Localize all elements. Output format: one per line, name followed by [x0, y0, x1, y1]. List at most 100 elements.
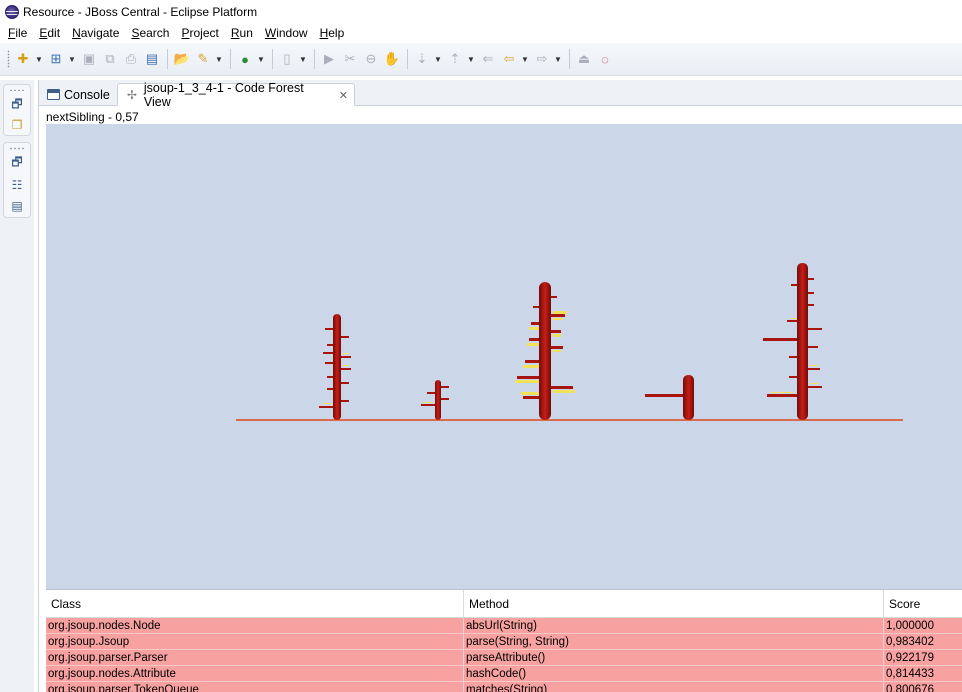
tree[interactable] [645, 375, 694, 420]
back-icon[interactable]: ⇦ [499, 49, 519, 69]
branch [327, 388, 333, 390]
new-icon[interactable]: ✚ [13, 49, 33, 69]
restore-icon[interactable]: 🗗 [7, 95, 27, 115]
table-row[interactable]: org.jsoup.nodes.Attribute hashCode() 0,8… [46, 666, 962, 682]
menu-project[interactable]: Project [175, 26, 224, 40]
cell-method: parse(String, String) [464, 634, 884, 650]
menu-navigate[interactable]: Navigate [66, 26, 125, 40]
stack-grip[interactable] [9, 89, 25, 92]
toolbar-separator [407, 49, 408, 69]
table-row[interactable]: org.jsoup.parser.Parser parseAttribute()… [46, 650, 962, 666]
menu-file[interactable]: File [2, 26, 33, 40]
next-annotation-dropdown-icon[interactable]: ▼ [433, 49, 443, 69]
menu-mnemonic: N [72, 26, 81, 40]
highlight [529, 327, 539, 330]
server-icon[interactable]: ▤ [142, 49, 162, 69]
menu-label-rest: ile [15, 26, 28, 40]
highlight [771, 392, 793, 393]
spinner-icon[interactable]: ◌ [595, 49, 615, 69]
cell-score: 0,814433 [884, 666, 962, 682]
folder-icon[interactable]: ❐ [7, 117, 27, 133]
highlight [423, 402, 433, 403]
new-project-icon[interactable]: ⊞ [46, 49, 66, 69]
tree-trunk [683, 375, 694, 420]
column-header-score[interactable]: Score [884, 590, 962, 618]
tree-trunk [333, 314, 341, 420]
stop-icon[interactable]: ⊖ [361, 49, 381, 69]
highlight [810, 383, 818, 384]
menu-window[interactable]: Window [259, 26, 314, 40]
toolbar-separator [167, 49, 168, 69]
tree[interactable] [763, 263, 822, 420]
branch [551, 314, 565, 317]
terminal-dropdown-icon[interactable]: ▼ [298, 49, 308, 69]
code-forest-icon: ✢ [126, 88, 137, 102]
menu-run[interactable]: Run [225, 26, 259, 40]
skip-icon[interactable]: ✂ [340, 49, 360, 69]
menu-help[interactable]: Help [314, 26, 351, 40]
run-dropdown-icon[interactable]: ▼ [256, 49, 266, 69]
tab-code-forest-view[interactable]: ✢ jsoup-1_3_4-1 - Code Forest View ✕ [117, 81, 355, 109]
branch [341, 368, 351, 370]
resume-icon[interactable]: ▶ [319, 49, 339, 69]
terminal-icon[interactable]: ▯ [277, 49, 297, 69]
forest-scene[interactable] [46, 124, 962, 590]
back-dropdown-icon[interactable]: ▼ [520, 49, 530, 69]
cell-method: matches(String) [464, 682, 884, 692]
branch [808, 304, 814, 306]
branch [341, 382, 349, 384]
menu-mnemonic: P [181, 26, 190, 40]
column-header-method[interactable]: Method [464, 590, 884, 618]
tree[interactable] [515, 282, 575, 420]
branch [421, 404, 435, 406]
task-list-icon[interactable]: ▤ [7, 196, 27, 215]
tab-console[interactable]: Console [41, 83, 117, 106]
close-icon[interactable]: ✕ [339, 89, 348, 102]
tree-trunk [539, 282, 551, 420]
prev-annotation-icon[interactable]: ⇡ [445, 49, 465, 69]
forward-icon[interactable]: ⇨ [532, 49, 552, 69]
menu-label-rest: roject [189, 26, 219, 40]
next-annotation-icon[interactable]: ⇣ [412, 49, 432, 69]
branch [551, 330, 561, 333]
outline-icon[interactable]: ☷ [7, 176, 27, 195]
open-folder-icon[interactable]: 📂 [172, 49, 192, 69]
tree[interactable] [319, 314, 351, 420]
toolbar-grip[interactable] [7, 50, 10, 68]
pin-icon[interactable]: ⏏ [574, 49, 594, 69]
print-icon[interactable]: ⎙ [121, 49, 141, 69]
tree[interactable] [421, 380, 449, 420]
table-row[interactable]: org.jsoup.parser.TokenQueue matches(Stri… [46, 682, 962, 692]
branch [789, 376, 797, 378]
column-header-class[interactable]: Class [46, 590, 464, 618]
wand-icon[interactable]: ✎ [193, 49, 213, 69]
branch [341, 336, 349, 338]
save-all-icon[interactable]: ⧉ [100, 49, 120, 69]
menu-search[interactable]: Search [125, 26, 175, 40]
wand-dropdown-icon[interactable]: ▼ [214, 49, 224, 69]
hand-icon[interactable]: ✋ [382, 49, 402, 69]
main-toolbar: ✚ ▼ ⊞ ▼ ▣ ⧉ ⎙ ▤ 📂 ✎ ▼ ● ▼ ▯ ▼ ▶ ✂ ⊖ ✋ ⇣ … [0, 43, 962, 76]
run-icon[interactable]: ● [235, 49, 255, 69]
new-project-dropdown-icon[interactable]: ▼ [67, 49, 77, 69]
menu-mnemonic: R [230, 26, 240, 40]
tree-trunk [797, 263, 808, 420]
menu-label-rest: avigate [80, 26, 120, 40]
menu-edit[interactable]: Edit [33, 26, 66, 40]
save-icon[interactable]: ▣ [79, 49, 99, 69]
cell-class: org.jsoup.Jsoup [46, 634, 464, 650]
table-row[interactable]: org.jsoup.nodes.Node absUrl(String) 1,00… [46, 618, 962, 634]
tab-forest-label: jsoup-1_3_4-1 - Code Forest View [143, 81, 304, 109]
branch [533, 306, 539, 308]
table-row[interactable]: org.jsoup.Jsoup parse(String, String) 0,… [46, 634, 962, 650]
forward-dropdown-icon[interactable]: ▼ [553, 49, 563, 69]
menu-label-rest: indow [276, 26, 308, 40]
highlight [791, 318, 797, 319]
prev-annotation-dropdown-icon[interactable]: ▼ [466, 49, 476, 69]
code-forest-canvas[interactable] [46, 124, 962, 590]
new-dropdown-icon[interactable]: ▼ [34, 49, 44, 69]
stack-grip[interactable] [9, 147, 25, 150]
menu-label-rest: earch [139, 26, 170, 40]
last-edit-icon[interactable]: ⇐ [478, 49, 498, 69]
restore-icon[interactable]: 🗗 [7, 154, 27, 174]
